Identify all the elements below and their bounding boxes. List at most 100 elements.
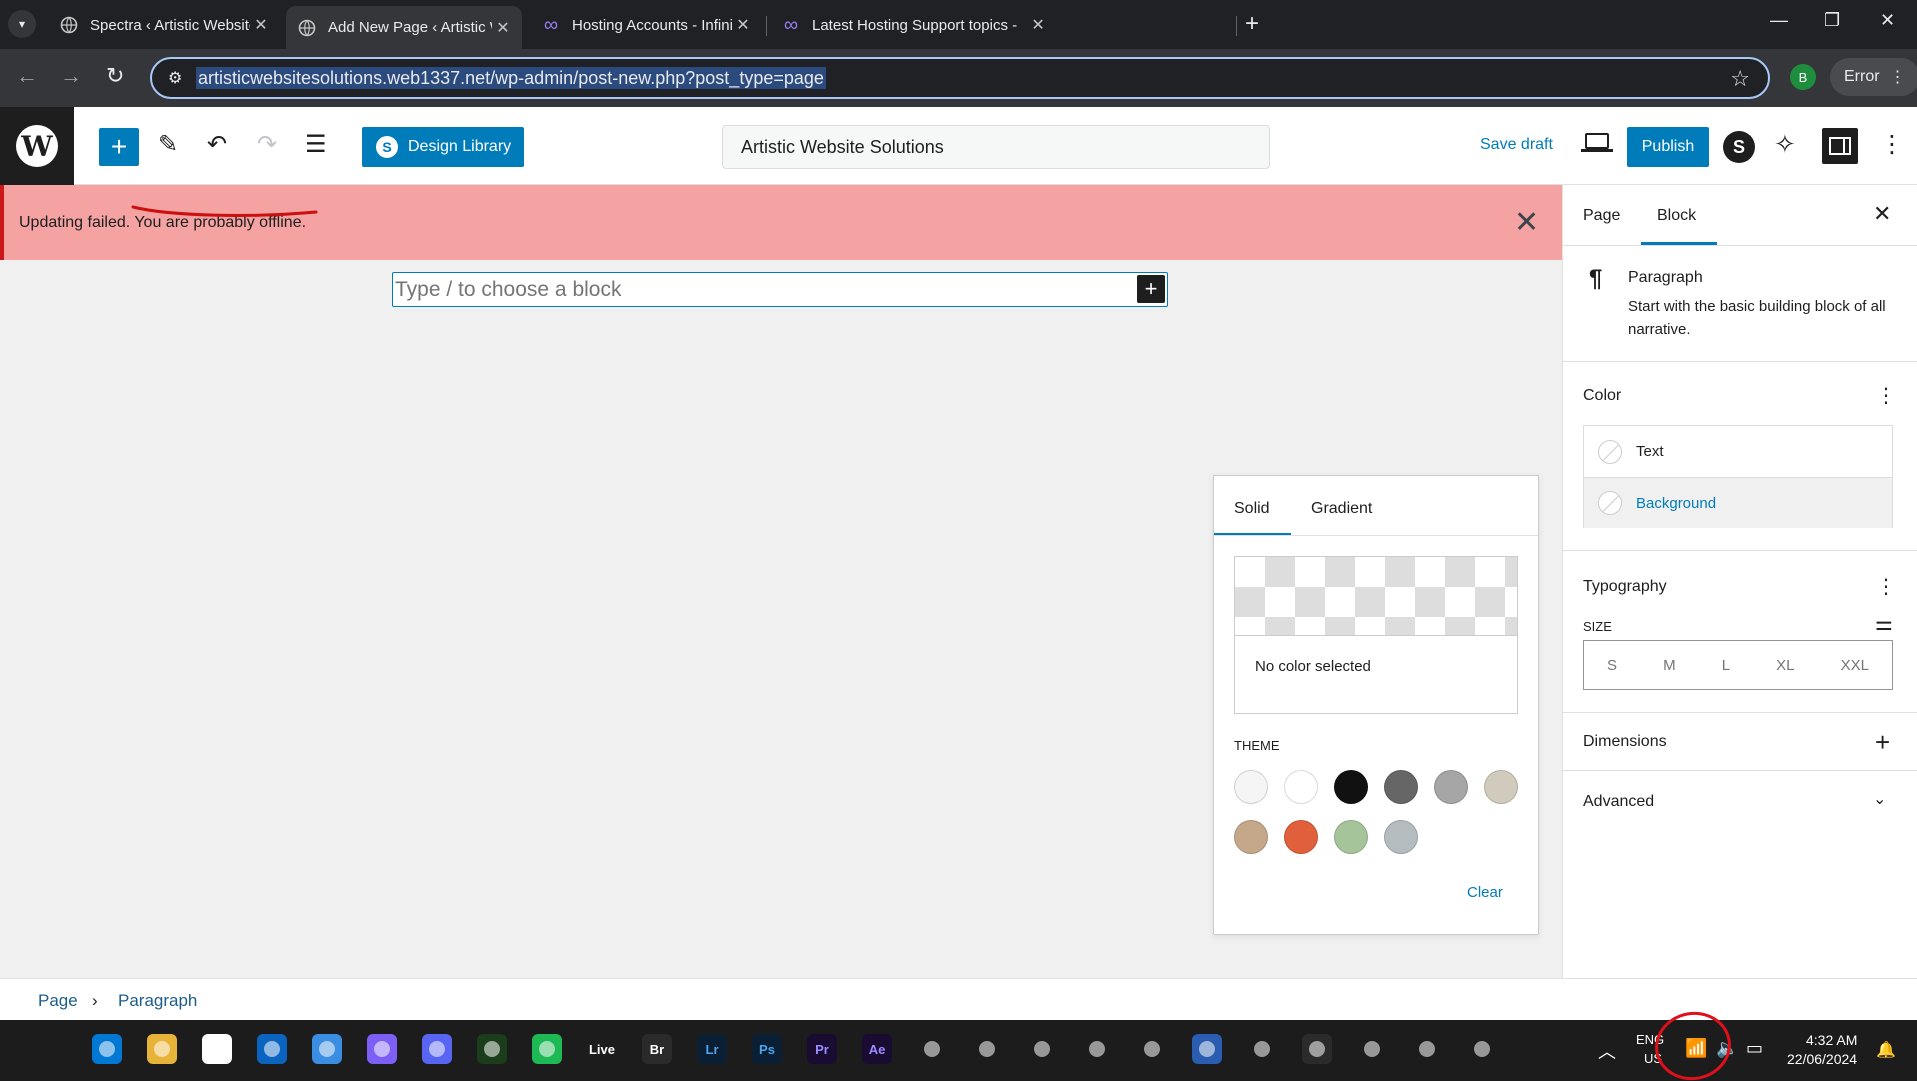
sparkle-ai-icon[interactable]: ✧: [1774, 129, 1796, 160]
spectra-icon[interactable]: S: [1723, 131, 1755, 163]
bridge-icon[interactable]: Br: [642, 1034, 672, 1064]
app-icon[interactable]: [1247, 1034, 1277, 1064]
tab-block[interactable]: Block: [1657, 207, 1696, 225]
tab-spectra[interactable]: Spectra ‹ Artistic Website Soluti ✕: [48, 6, 280, 44]
settings-sidebar-icon[interactable]: [1822, 128, 1858, 164]
advanced-heading[interactable]: Advanced: [1583, 793, 1654, 811]
custom-size-icon[interactable]: ⚌: [1875, 611, 1893, 636]
close-tab-icon[interactable]: ✕: [1027, 15, 1049, 35]
add-dimensions-icon[interactable]: +: [1875, 727, 1890, 758]
app-icon[interactable]: [1192, 1034, 1222, 1064]
close-tab-icon[interactable]: ✕: [250, 15, 272, 35]
publish-button[interactable]: Publish: [1627, 127, 1709, 167]
obs-icon[interactable]: [917, 1034, 947, 1064]
show-hidden-icons-icon[interactable]: ︿: [1598, 1038, 1616, 1064]
clear-button[interactable]: Clear: [1467, 884, 1503, 901]
messenger-icon[interactable]: [367, 1034, 397, 1064]
color-swatch[interactable]: [1334, 820, 1368, 854]
breadcrumb-page[interactable]: Page: [38, 991, 78, 1011]
color-swatch[interactable]: [1284, 820, 1318, 854]
color-swatch[interactable]: [1384, 770, 1418, 804]
dismiss-notice-icon[interactable]: ✕: [1514, 205, 1539, 240]
site-info-icon[interactable]: ⚙: [168, 68, 182, 88]
tab-search-icon[interactable]: ▾: [8, 10, 36, 38]
profile-avatar[interactable]: B: [1790, 64, 1816, 90]
spotify-icon[interactable]: [532, 1034, 562, 1064]
color-swatch[interactable]: [1234, 770, 1268, 804]
chrome-icon[interactable]: [202, 1034, 232, 1064]
color-swatch[interactable]: [1384, 820, 1418, 854]
photoshop-icon[interactable]: Ps: [752, 1034, 782, 1064]
start-icon[interactable]: [92, 1034, 122, 1064]
save-draft-button[interactable]: Save draft: [1480, 136, 1553, 154]
outlook-icon[interactable]: [257, 1034, 287, 1064]
app-icon[interactable]: [972, 1034, 1002, 1064]
size-option-xl[interactable]: XL: [1776, 657, 1794, 674]
premiere-icon[interactable]: Pr: [807, 1034, 837, 1064]
new-tab-button[interactable]: +: [1245, 11, 1259, 37]
tab-gradient[interactable]: Gradient: [1311, 500, 1372, 518]
color-swatch[interactable]: [1334, 770, 1368, 804]
dimensions-heading[interactable]: Dimensions: [1583, 733, 1667, 751]
minimize-icon[interactable]: —: [1770, 10, 1788, 31]
undo-icon[interactable]: ↶: [207, 130, 227, 159]
size-option-m[interactable]: M: [1663, 657, 1676, 674]
after-effects-icon[interactable]: Ae: [862, 1034, 892, 1064]
close-tab-icon[interactable]: ✕: [492, 18, 514, 38]
discord-icon[interactable]: [422, 1034, 452, 1064]
restore-icon[interactable]: ❐: [1824, 10, 1840, 31]
preview-device-icon[interactable]: [1581, 133, 1613, 152]
redo-icon[interactable]: ↷: [257, 130, 277, 159]
color-options-icon[interactable]: ⋮: [1876, 383, 1896, 408]
background-color-item[interactable]: Background: [1584, 477, 1892, 528]
typography-options-icon[interactable]: ⋮: [1876, 574, 1896, 599]
breadcrumb-paragraph[interactable]: Paragraph: [118, 991, 197, 1011]
terminal-icon[interactable]: [477, 1034, 507, 1064]
color-swatch[interactable]: [1284, 770, 1318, 804]
error-button[interactable]: Error ⋮: [1830, 58, 1917, 96]
clock-time[interactable]: 4:32 AM: [1806, 1032, 1857, 1048]
bookmark-star-icon[interactable]: ☆: [1730, 66, 1750, 92]
close-tab-icon[interactable]: ✕: [732, 15, 754, 35]
file-explorer-icon[interactable]: [147, 1034, 177, 1064]
tab-hosting-accounts[interactable]: ∞ Hosting Accounts - InfinityFree ✕: [530, 6, 762, 44]
block-placeholder-input[interactable]: Type / to choose a block +: [392, 272, 1168, 307]
block-inserter-button[interactable]: +: [99, 128, 139, 166]
store-icon[interactable]: [312, 1034, 342, 1064]
text-color-item[interactable]: Text: [1584, 426, 1892, 477]
color-preview[interactable]: [1234, 556, 1518, 636]
tab-hosting-support[interactable]: ∞ Latest Hosting Support topics - ✕: [770, 6, 1230, 44]
snipping-icon[interactable]: [1467, 1034, 1497, 1064]
battery-icon[interactable]: ▭: [1746, 1038, 1763, 1059]
size-option-s[interactable]: S: [1607, 657, 1617, 674]
address-bar[interactable]: ⚙ artisticwebsitesolutions.web1337.net/w…: [150, 57, 1770, 99]
document-overview-icon[interactable]: ☰: [305, 130, 327, 159]
options-kebab-icon[interactable]: ⋮: [1880, 130, 1904, 159]
app-icon[interactable]: [1082, 1034, 1112, 1064]
document-title-bar[interactable]: Artistic Website Solutions: [722, 125, 1270, 169]
close-window-icon[interactable]: ✕: [1880, 10, 1895, 31]
tab-add-new-page[interactable]: Add New Page ‹ Artistic Websit ✕: [286, 6, 522, 49]
wordpress-logo-icon[interactable]: W: [0, 107, 74, 185]
size-option-xxl[interactable]: XXL: [1841, 657, 1869, 674]
app-icon[interactable]: [1357, 1034, 1387, 1064]
color-swatch[interactable]: [1434, 770, 1468, 804]
live-icon[interactable]: Live: [587, 1034, 617, 1064]
tab-page[interactable]: Page: [1583, 207, 1620, 225]
pencil-tools-icon[interactable]: ✎: [158, 130, 178, 159]
color-swatch[interactable]: [1234, 820, 1268, 854]
back-icon[interactable]: ←: [16, 63, 38, 89]
forward-icon[interactable]: →: [60, 63, 82, 89]
tab-solid[interactable]: Solid: [1234, 500, 1270, 518]
clock-date[interactable]: 22/06/2024: [1787, 1051, 1857, 1067]
design-library-button[interactable]: S Design Library: [362, 127, 524, 167]
size-option-l[interactable]: L: [1722, 657, 1730, 674]
chevron-down-icon[interactable]: ⌄: [1873, 789, 1886, 809]
url-text[interactable]: artisticwebsitesolutions.web1337.net/wp-…: [196, 67, 826, 89]
app-icon[interactable]: [1027, 1034, 1057, 1064]
app-icon[interactable]: [1137, 1034, 1167, 1064]
lightroom-icon[interactable]: Lr: [697, 1034, 727, 1064]
notification-bell-icon[interactable]: 🔔: [1876, 1040, 1896, 1060]
color-swatch[interactable]: [1484, 770, 1518, 804]
app-icon[interactable]: [1302, 1034, 1332, 1064]
